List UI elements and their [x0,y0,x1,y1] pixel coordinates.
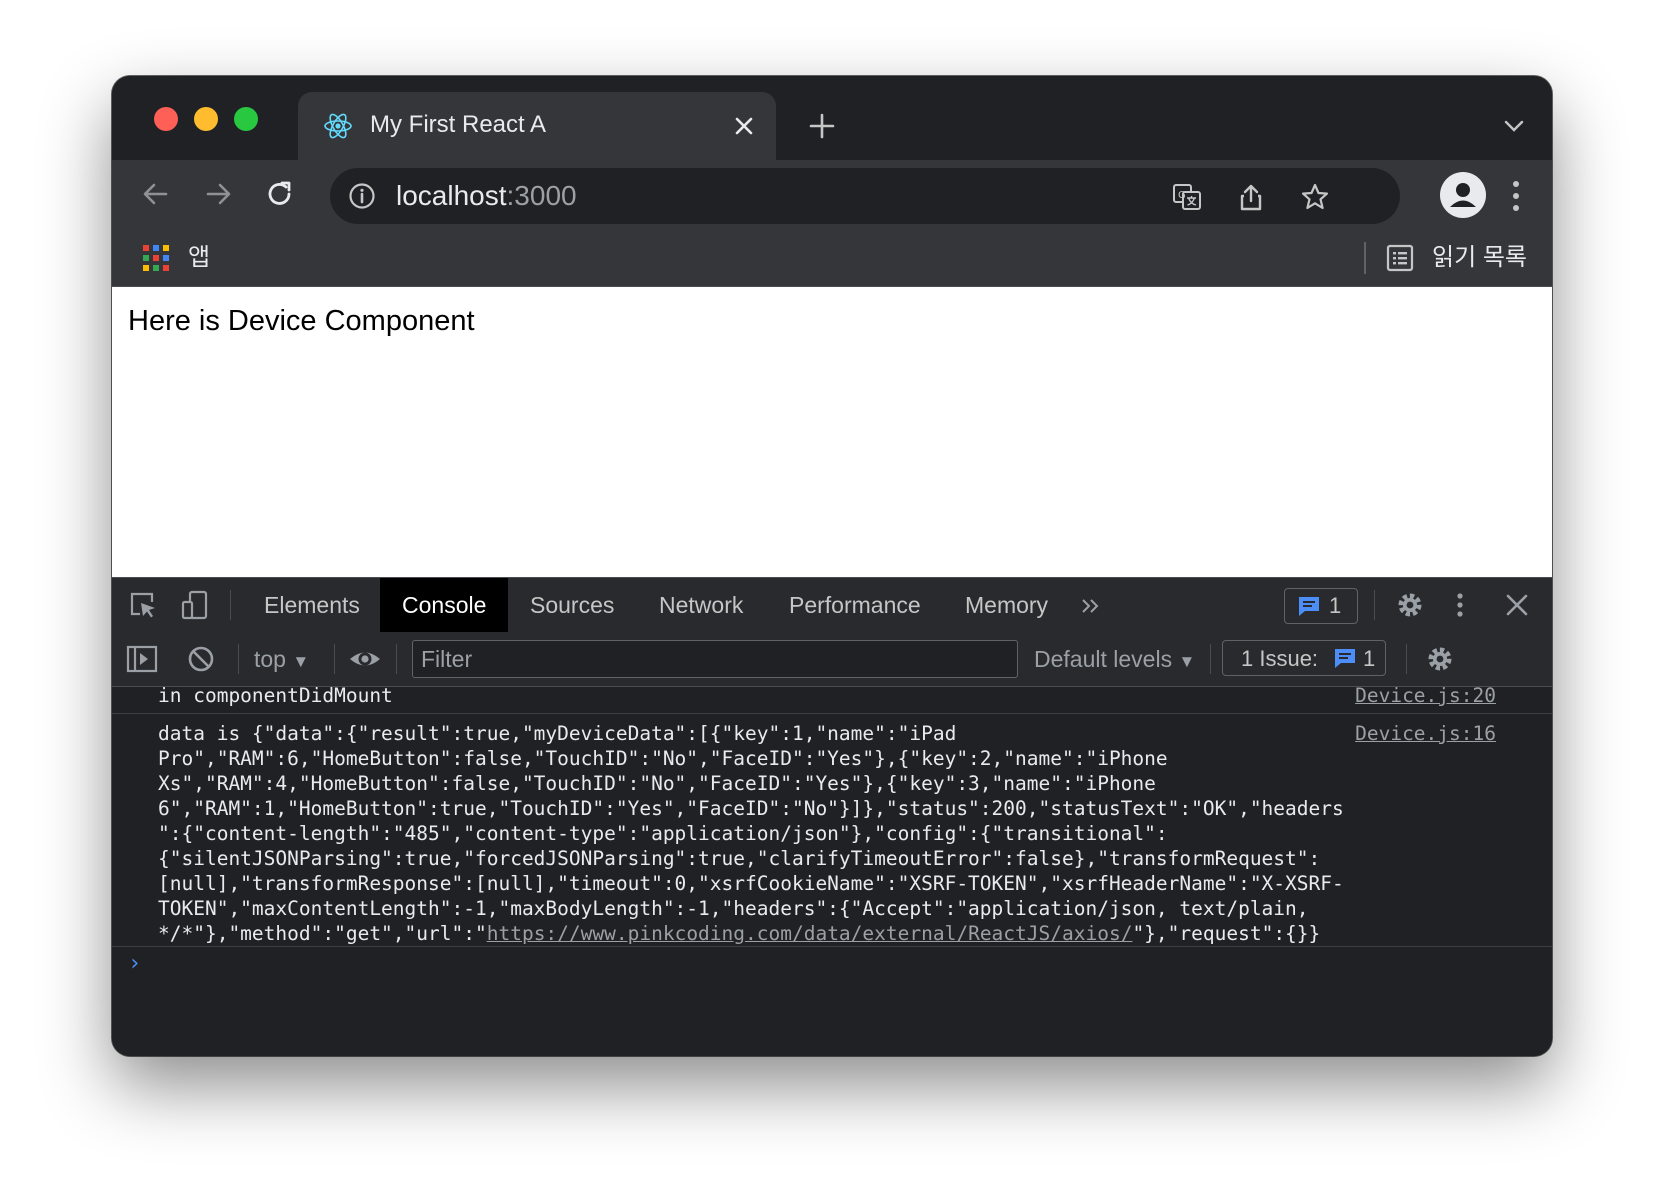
log-source-link[interactable]: Device.js:20 [1355,683,1496,708]
dropdown-triangle-icon: ▼ [292,652,310,671]
log-message: in componentDidMount [158,684,393,707]
bookmarks-divider [1364,242,1366,274]
log-line-3: Xs","RAM":4,"HomeButton":false,"TouchID"… [158,772,1156,795]
message-icon [1335,649,1355,668]
device-component-text: Here is Device Component [128,305,475,337]
tab-search-button[interactable] [1494,106,1534,146]
more-vert-icon[interactable] [1504,176,1528,216]
close-tab-icon[interactable] [728,110,760,142]
close-devtools-icon[interactable] [1504,592,1530,618]
address-bar[interactable]: localhost:3000 G [330,168,1400,224]
sidebar-toggle-icon[interactable] [126,644,158,674]
log-line-6: {"silentJSONParsing":true,"forcedJSONPar… [158,847,1321,870]
toolbar-separator [1374,590,1375,620]
filter-input[interactable] [412,640,1018,678]
devtools-panel: Elements Console Sources Network Perform… [112,577,1552,1056]
arrow-right-icon [206,183,231,205]
inspect-element-icon[interactable] [128,590,158,620]
share-icon[interactable] [1236,182,1266,212]
minimize-window-button[interactable] [194,107,218,131]
log-line-1: data is {"data":{"result":true,"myDevice… [158,722,957,745]
log-line-4: 6","RAM":1,"HomeButton":true,"TouchID":"… [158,797,1344,820]
live-expression-eye-icon[interactable] [348,644,382,674]
chevron-down-icon [1504,120,1524,132]
console-log-entry: Device.js:16 data is {"data":{"result":t… [112,714,1552,947]
log-source-link[interactable]: Device.js:16 [1355,721,1496,746]
forward-button[interactable] [196,172,240,216]
console-output: in componentDidMount Device.js:20 Device… [112,684,1552,1056]
apps-grid-icon[interactable] [142,244,170,272]
log-line-8: TOKEN","maxContentLength":-1,"maxBodyLen… [158,897,1309,920]
more-vert-icon[interactable] [1448,590,1472,620]
apps-bookmark[interactable]: 앱 [188,244,210,272]
close-window-button[interactable] [154,107,178,131]
react-logo-icon [324,113,352,139]
browser-tab[interactable]: My First React A [298,92,776,160]
console-prompt-icon[interactable]: › [128,951,141,977]
settings-gear-icon[interactable] [1394,589,1426,621]
url-text[interactable]: localhost:3000 [396,180,577,212]
console-log-entry: in componentDidMount Device.js:20 [112,683,1552,714]
log-line-5: ":{"content-length":"485","content-type"… [158,822,1168,845]
browser-window: My First React A localhost:3000 G 앱 읽기 목… [112,76,1552,1056]
tab-sources[interactable]: Sources [508,578,636,632]
issues-label: 1 Issue: [1241,646,1319,671]
devtools-tab-bar: Elements Console Sources Network Perform… [112,577,1552,633]
maximize-window-button[interactable] [234,107,258,131]
tab-memory[interactable]: Memory [943,578,1070,632]
reload-button[interactable] [258,172,302,216]
tab-performance[interactable]: Performance [767,578,943,632]
translate-icon[interactable]: G [1172,182,1202,212]
browser-toolbar: localhost:3000 G [112,160,1552,230]
bookmarks-bar: 앱 읽기 목록 [112,230,1552,287]
page-viewport: Here is Device Component [112,287,1552,577]
toolbar-separator [334,644,335,674]
new-tab-button[interactable] [802,106,842,146]
tab-elements[interactable]: Elements [242,578,382,632]
reading-list-icon[interactable] [1386,244,1414,272]
console-toolbar: top ▼ Default levels ▼ 1 Issue: 1 [112,632,1552,687]
axios-url-link[interactable]: https://www.pinkcoding.com/data/external… [487,922,1133,945]
toolbar-separator [238,644,239,674]
profile-avatar[interactable] [1440,172,1486,218]
arrow-left-icon [143,183,168,205]
log-line-2: Pro","RAM":6,"HomeButton":false,"TouchID… [158,747,1168,770]
issues-button[interactable]: 1 Issue: 1 [1222,640,1386,676]
tab-title: My First React A [370,111,547,138]
title-bar: My First React A [112,76,1552,160]
reading-list-button[interactable]: 읽기 목록 [1432,244,1527,272]
person-icon [1450,183,1476,207]
svg-text:G: G [1178,190,1186,201]
reload-icon [268,181,291,205]
tab-network[interactable]: Network [637,578,765,632]
toolbar-separator [396,644,397,674]
device-toolbar-icon[interactable] [180,590,210,620]
back-button[interactable] [134,172,178,216]
clear-console-icon[interactable] [186,644,216,674]
log-line-7: [null],"transformResponse":[null],"timeo… [158,872,1344,895]
bookmark-star-icon[interactable] [1300,182,1330,212]
toolbar-separator [230,590,231,620]
toolbar-separator [1210,644,1211,674]
messages-count: 1 [1329,593,1342,618]
toolbar-separator [1406,644,1407,674]
issues-count: 1 [1363,646,1376,671]
log-line-9: */*"},"method":"get","url":"https://www.… [158,922,1321,945]
message-icon [1299,597,1319,616]
messages-badge[interactable]: 1 [1284,588,1358,624]
console-settings-gear-icon[interactable] [1424,643,1456,675]
dropdown-triangle-icon: ▼ [1178,652,1196,671]
site-info-icon[interactable] [348,182,376,210]
tab-console[interactable]: Console [380,578,509,632]
log-levels-dropdown[interactable]: Default levels ▼ [1034,644,1195,677]
context-selector[interactable]: top ▼ [254,644,309,677]
more-tabs-chevron-icon[interactable] [1078,594,1102,618]
